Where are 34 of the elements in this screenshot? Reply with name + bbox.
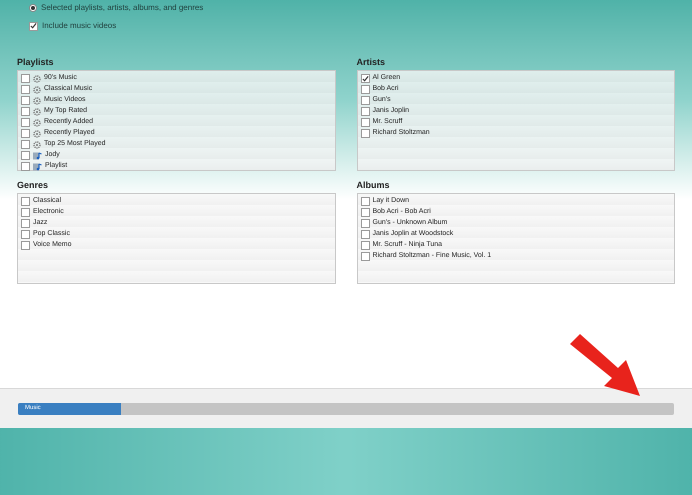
checkbox[interactable]	[360, 252, 370, 261]
checkbox[interactable]	[360, 219, 370, 228]
checkbox[interactable]	[360, 241, 370, 250]
checkbox[interactable]	[21, 74, 30, 83]
checkbox[interactable]	[21, 162, 30, 171]
checkbox[interactable]	[21, 241, 30, 250]
checkbox[interactable]	[21, 129, 30, 138]
checked-checkbox[interactable]	[360, 74, 370, 83]
checkbox[interactable]	[21, 96, 30, 105]
checkbox[interactable]	[21, 151, 30, 160]
checkbox[interactable]	[360, 129, 370, 138]
checkbox[interactable]	[21, 230, 30, 239]
checkbox[interactable]	[360, 118, 370, 127]
section-title: Genres	[17, 179, 50, 192]
checkbox[interactable]	[360, 230, 370, 239]
playlist-icon	[33, 162, 42, 170]
section-title: Playlists	[17, 56, 55, 69]
option-label: Include music videos	[42, 20, 116, 32]
checkbox[interactable]	[360, 96, 370, 105]
checkbox[interactable]	[360, 197, 370, 206]
section-title: Artists	[356, 56, 386, 69]
playlist-icon	[33, 152, 42, 160]
option-label: Selected playlists, artists, albums, and genres	[41, 2, 204, 14]
checkbox[interactable]	[21, 85, 30, 94]
checkbox[interactable]	[360, 208, 370, 217]
checkbox[interactable]	[21, 107, 30, 116]
section-title: Albums	[356, 179, 391, 192]
checkbox[interactable]	[360, 107, 370, 116]
checkbox[interactable]	[21, 219, 30, 228]
checkbox[interactable]	[360, 85, 370, 94]
checkbox[interactable]	[21, 208, 30, 217]
checkbox[interactable]	[21, 197, 30, 206]
checkbox[interactable]	[21, 140, 30, 149]
checkbox[interactable]	[21, 118, 30, 127]
